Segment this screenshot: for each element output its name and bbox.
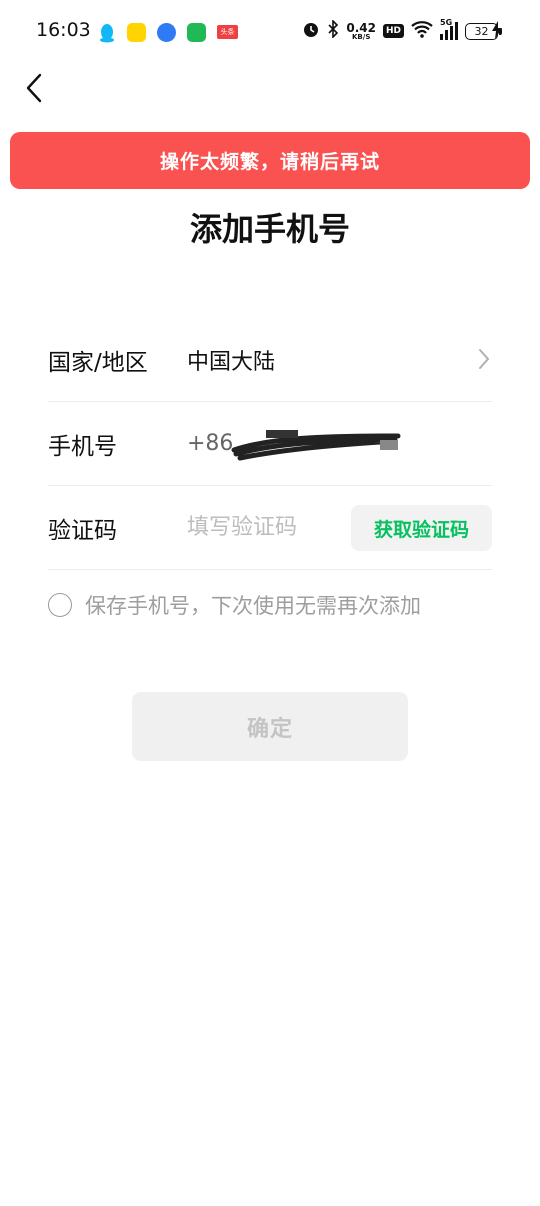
region-label: 国家/地区	[48, 349, 148, 376]
app-icon-green	[187, 22, 206, 42]
notification-app-icons: 头条	[98, 21, 238, 43]
region-value: 中国大陆	[187, 349, 276, 375]
alarm-icon	[302, 20, 320, 42]
region-row[interactable]: 国家/地区 中国大陆	[48, 318, 492, 402]
verification-code-input[interactable]	[187, 515, 337, 540]
save-phone-option[interactable]: 保存手机号，下次使用无需再次添加	[48, 590, 421, 620]
phone-label: 手机号	[48, 433, 117, 460]
net-speed: 0.42 KB/S	[346, 20, 376, 41]
toutiao-icon: 头条	[217, 25, 238, 39]
error-toast: 操作太频繁，请稍后再试	[10, 132, 530, 189]
phone-form: 国家/地区 中国大陆 手机号 +86 验证码 获取验证码	[48, 318, 492, 570]
app-icon-blue	[157, 22, 176, 42]
save-radio[interactable]	[48, 593, 72, 617]
back-button[interactable]	[18, 70, 50, 106]
app-icon-yellow	[127, 22, 146, 42]
status-right-icons: 0.42 KB/S HD 5G 32	[302, 18, 502, 43]
redacted-phone-number	[230, 428, 405, 466]
phone-row[interactable]: 手机号 +86	[48, 402, 492, 486]
cellular-signal-icon: 5G	[440, 18, 458, 40]
code-row: 验证码 获取验证码	[48, 486, 492, 570]
wifi-icon	[411, 20, 433, 42]
save-option-label: 保存手机号，下次使用无需再次添加	[85, 594, 421, 618]
confirm-button[interactable]: 确定	[132, 692, 408, 761]
status-time: 16:03	[36, 19, 91, 41]
status-bar: 16:03 头条 0.42 KB/S HD 5G 32	[0, 0, 540, 62]
charging-bolt-icon	[492, 21, 502, 43]
code-label: 验证码	[48, 517, 117, 544]
get-code-button[interactable]: 获取验证码	[351, 505, 492, 551]
page-title: 添加手机号	[189, 210, 350, 248]
hd-badge: HD	[382, 24, 404, 38]
bluetooth-icon	[327, 19, 339, 42]
qq-icon	[98, 23, 116, 42]
chevron-left-icon	[26, 73, 42, 103]
chevron-right-icon	[478, 348, 490, 374]
